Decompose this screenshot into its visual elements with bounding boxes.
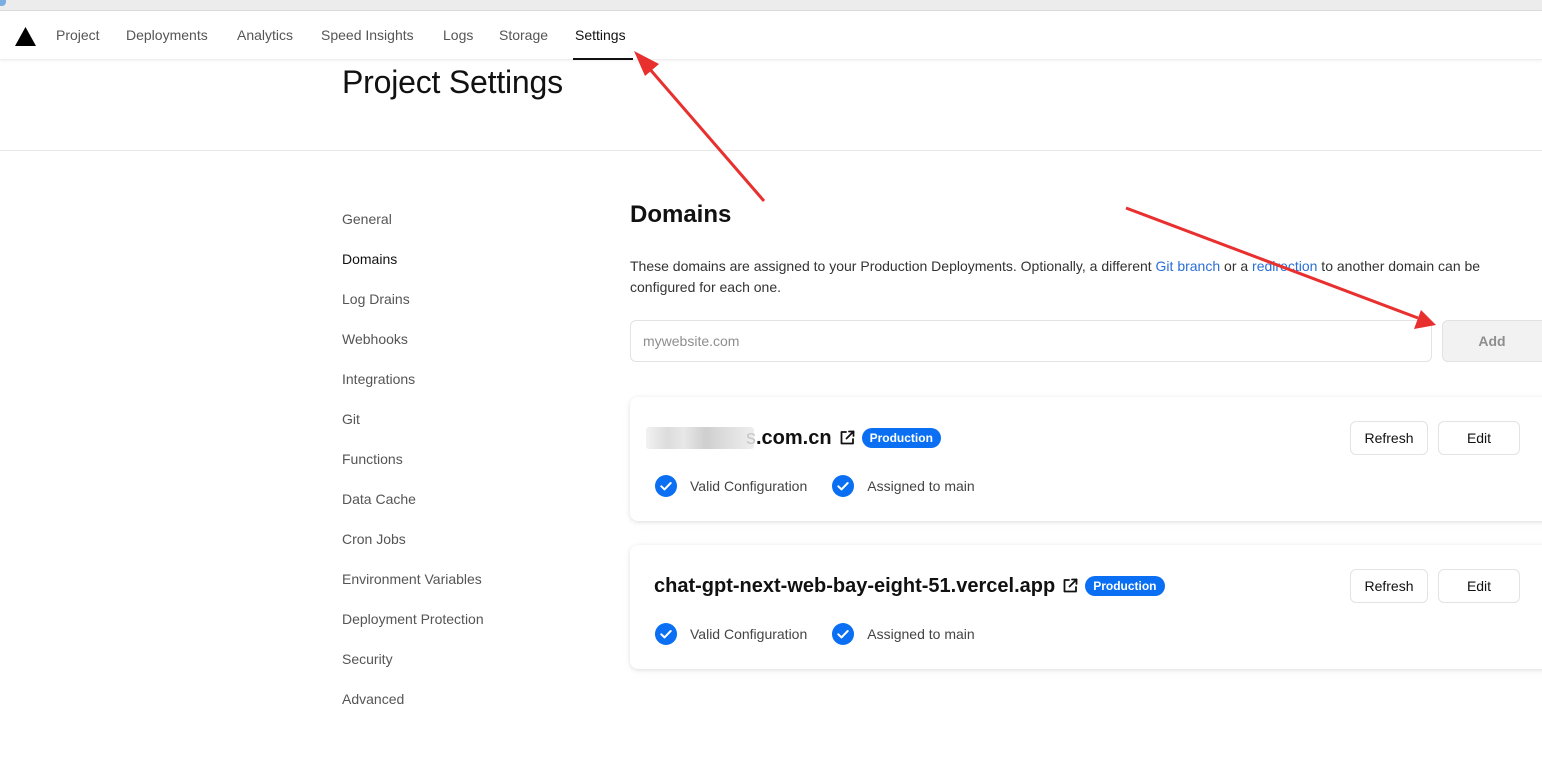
- production-badge: Production: [861, 428, 941, 448]
- check-circle-icon: [832, 475, 855, 497]
- domain-suffix: chat-gpt-next-web-bay-eight-51.vercel.ap…: [654, 574, 1056, 597]
- sidebar-item-domains[interactable]: Domains: [342, 249, 397, 269]
- domain-name-row: s.com.cn Production: [646, 425, 941, 451]
- status-row: Valid Configuration Assigned to main: [655, 623, 975, 645]
- description-text-2: or a: [1220, 258, 1253, 274]
- sidebar-item-git[interactable]: Git: [342, 409, 360, 429]
- page-title: Project Settings: [342, 64, 563, 100]
- external-link-icon[interactable]: [1061, 577, 1079, 595]
- domains-section-title: Domains: [630, 201, 732, 228]
- active-tab-underline: [573, 58, 633, 60]
- valid-configuration-status: Valid Configuration: [690, 626, 808, 642]
- domain-prefix: s: [746, 426, 756, 449]
- assigned-branch-status: Assigned to main: [867, 626, 975, 642]
- refresh-button[interactable]: Refresh: [1350, 569, 1428, 603]
- check-circle-icon: [655, 623, 677, 645]
- nav-tab-storage[interactable]: Storage: [499, 25, 548, 45]
- annotation-arrow-settings: [634, 51, 766, 202]
- sidebar-item-security[interactable]: Security: [342, 649, 393, 669]
- production-badge: Production: [1085, 576, 1165, 596]
- sidebar-item-advanced[interactable]: Advanced: [342, 689, 404, 709]
- sidebar-item-integrations[interactable]: Integrations: [342, 369, 415, 389]
- edit-button[interactable]: Edit: [1438, 569, 1520, 603]
- redirection-link[interactable]: redirection: [1252, 258, 1317, 274]
- obscured-domain-text: [646, 427, 754, 449]
- git-branch-link[interactable]: Git branch: [1156, 258, 1221, 274]
- domain-input[interactable]: [630, 320, 1432, 362]
- nav-tab-logs[interactable]: Logs: [443, 25, 473, 45]
- domain-link[interactable]: chat-gpt-next-web-bay-eight-51.vercel.ap…: [654, 575, 1055, 598]
- check-circle-icon: [655, 475, 677, 497]
- nav-tab-deployments[interactable]: Deployments: [126, 25, 208, 45]
- browser-tab-favicon: [0, 0, 6, 6]
- nav-tab-project[interactable]: Project: [56, 25, 100, 45]
- sidebar-item-data-cache[interactable]: Data Cache: [342, 489, 416, 509]
- sidebar-item-deployment-protection[interactable]: Deployment Protection: [342, 609, 484, 629]
- top-navigation: Project Deployments Analytics Speed Insi…: [0, 11, 1542, 60]
- domain-card: chat-gpt-next-web-bay-eight-51.vercel.ap…: [630, 545, 1542, 669]
- sidebar-item-cron-jobs[interactable]: Cron Jobs: [342, 529, 406, 549]
- sidebar-item-webhooks[interactable]: Webhooks: [342, 329, 408, 349]
- browser-top-strip: [0, 0, 1542, 11]
- add-domain-button[interactable]: Add: [1442, 320, 1542, 362]
- valid-configuration-status: Valid Configuration: [690, 478, 808, 494]
- nav-tab-analytics[interactable]: Analytics: [237, 25, 293, 45]
- sidebar-item-log-drains[interactable]: Log Drains: [342, 289, 410, 309]
- sidebar-item-environment-variables[interactable]: Environment Variables: [342, 569, 482, 589]
- refresh-button[interactable]: Refresh: [1350, 421, 1428, 455]
- description-text-1: These domains are assigned to your Produ…: [630, 258, 1156, 274]
- assigned-branch-status: Assigned to main: [867, 478, 975, 494]
- domains-description: These domains are assigned to your Produ…: [630, 256, 1542, 298]
- sidebar-item-functions[interactable]: Functions: [342, 449, 403, 469]
- check-circle-icon: [832, 623, 855, 645]
- nav-tab-speed-insights[interactable]: Speed Insights: [321, 25, 414, 45]
- domain-card: s.com.cn Production Valid Configuration …: [630, 397, 1542, 521]
- sidebar-item-general[interactable]: General: [342, 209, 392, 229]
- external-link-icon[interactable]: [838, 429, 856, 447]
- triangle-logo-icon[interactable]: [15, 27, 36, 46]
- nav-tab-settings[interactable]: Settings: [575, 25, 626, 45]
- edit-button[interactable]: Edit: [1438, 421, 1520, 455]
- header-divider: [0, 150, 1542, 151]
- domain-name-row: chat-gpt-next-web-bay-eight-51.vercel.ap…: [654, 573, 1165, 599]
- status-row: Valid Configuration Assigned to main: [655, 475, 975, 497]
- domain-link[interactable]: s.com.cn: [746, 426, 832, 450]
- domain-suffix: .com.cn: [756, 426, 832, 449]
